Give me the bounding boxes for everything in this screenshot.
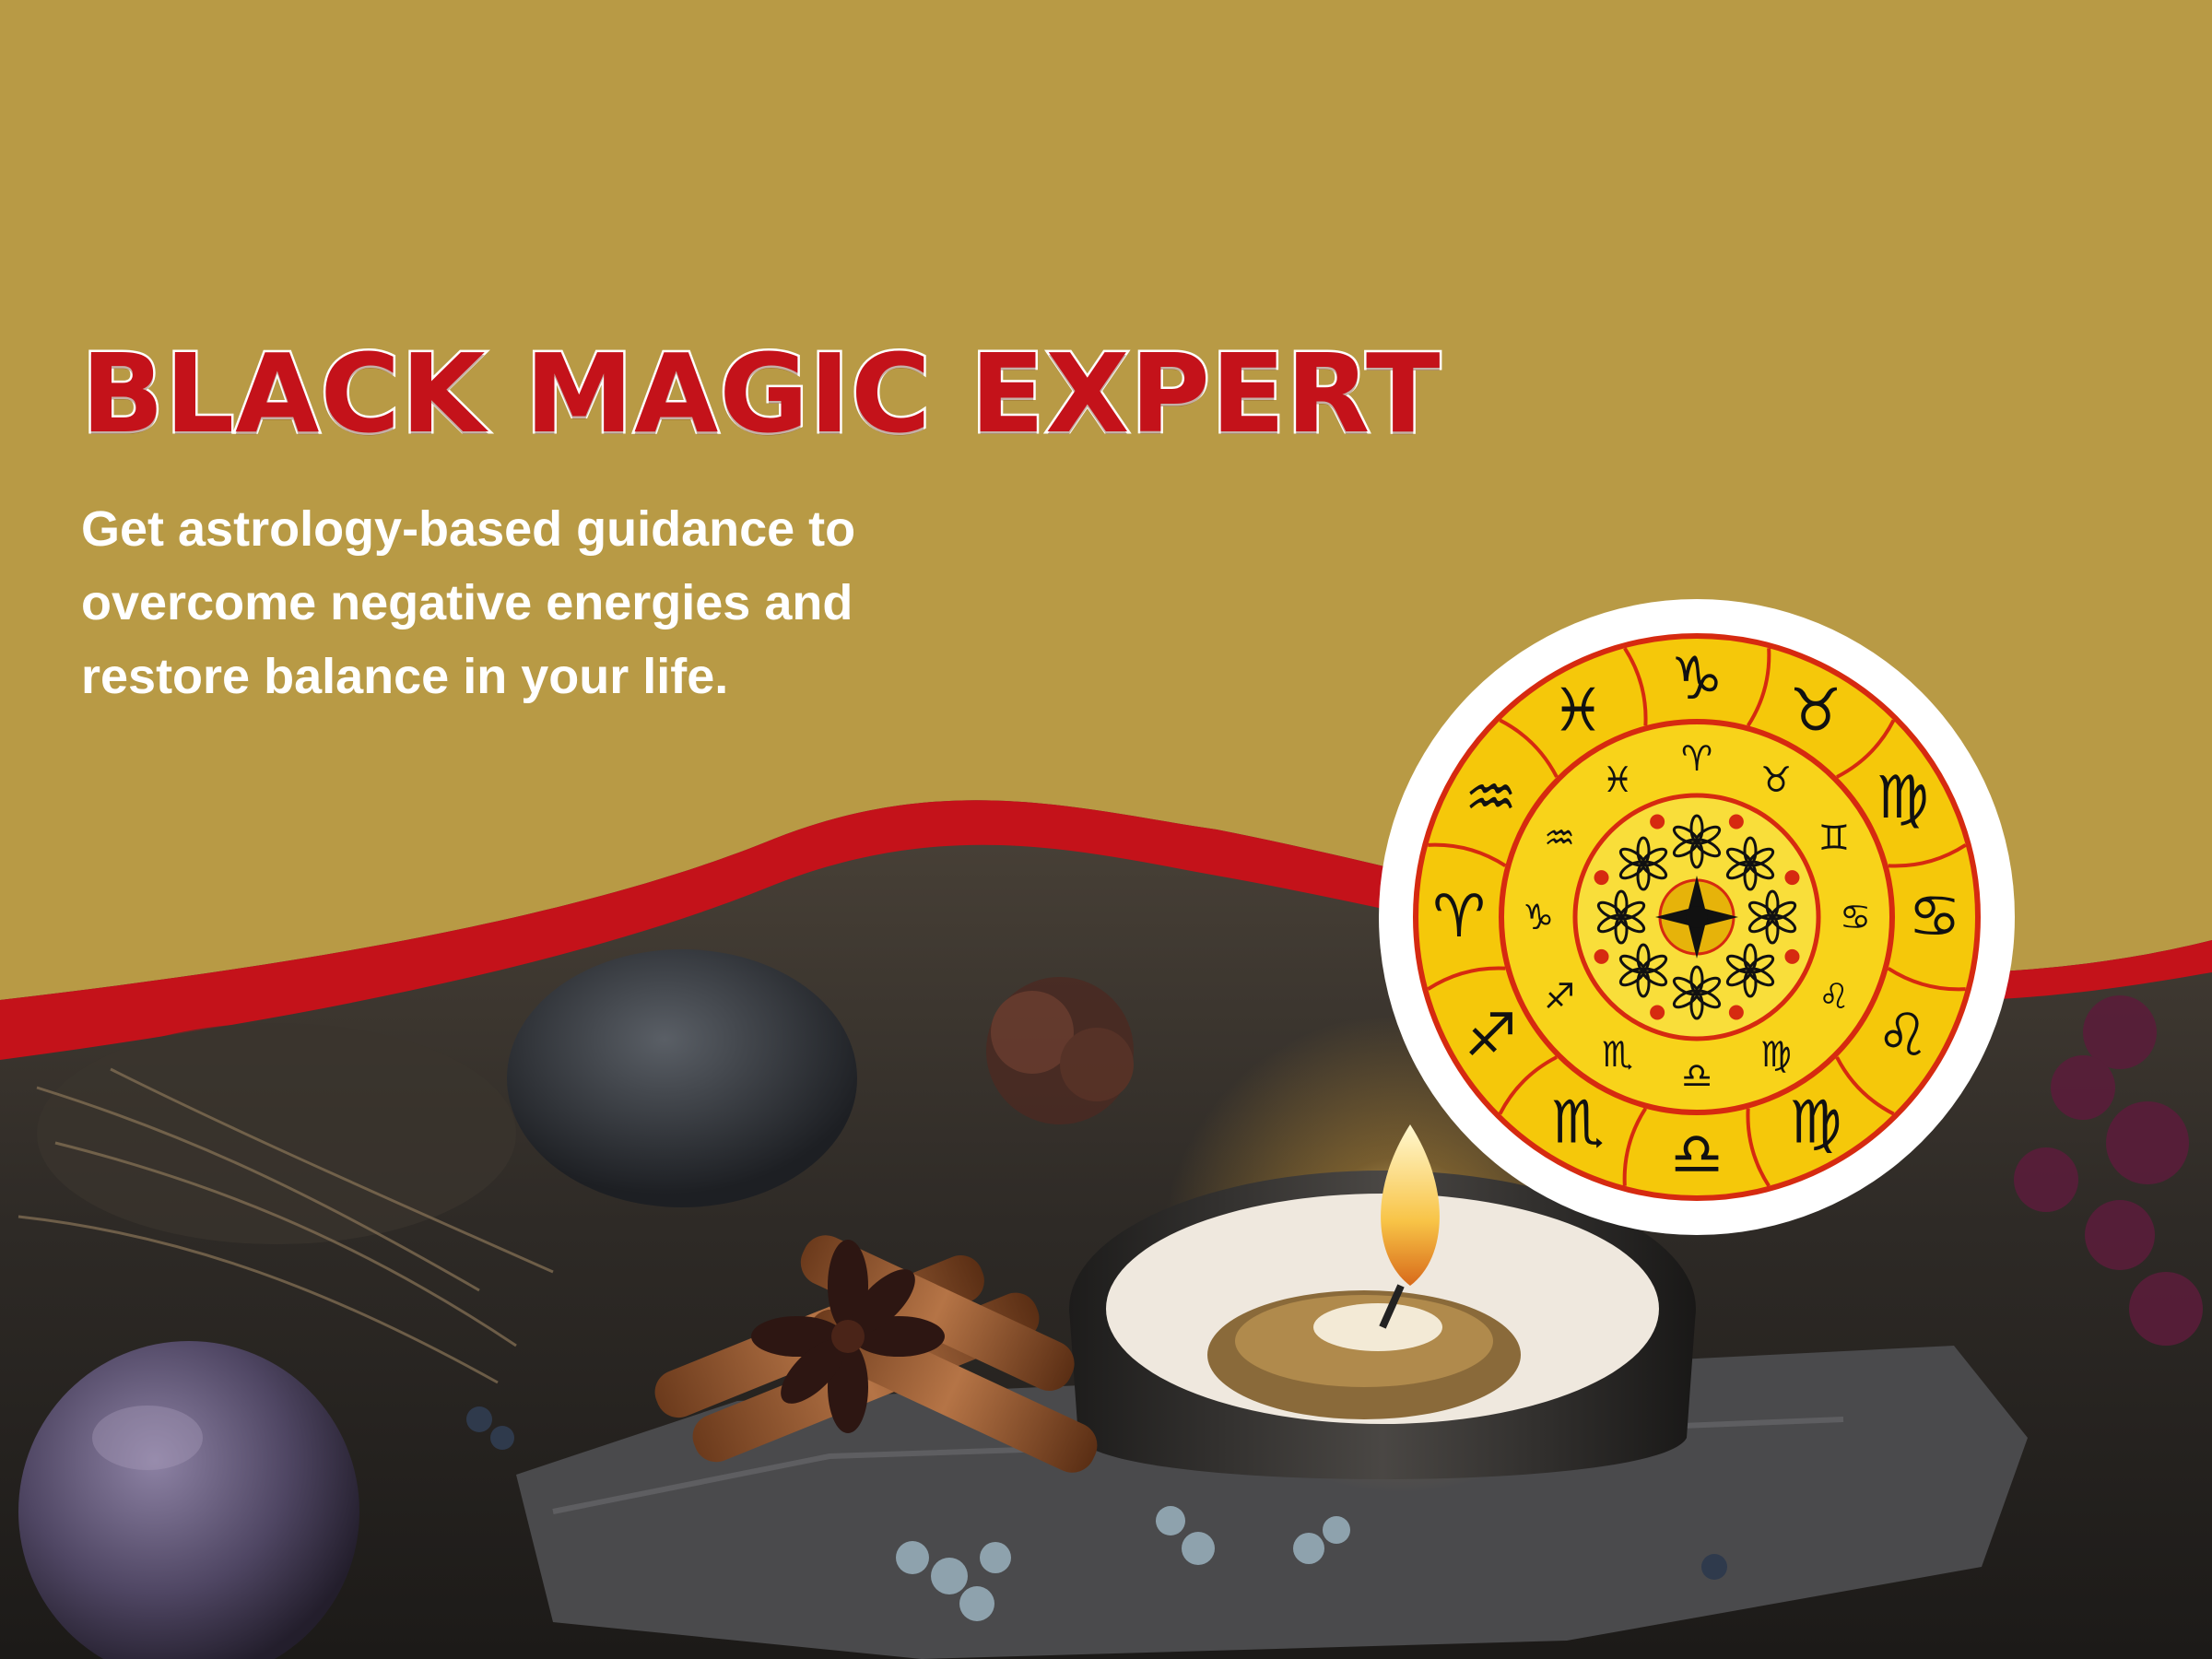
zodiac-sign-glyph: ♐	[1544, 976, 1575, 1017]
zodiac-figure-icon: ♍	[1877, 764, 1929, 832]
zodiac-figure-icon: ♉	[1789, 677, 1841, 746]
subtitle-line: restore balance in your life.	[81, 649, 729, 704]
zodiac-figure-icon: ♒	[1465, 764, 1517, 832]
zodiac-figure-icon: ♎	[1670, 1121, 1723, 1189]
zodiac-sign-glyph: ♊	[1818, 818, 1850, 858]
zodiac-sign-glyph: ♈	[1681, 738, 1712, 779]
subtitle-line: overcome negative energies and	[81, 575, 853, 630]
zodiac-figure-icon: ♐	[1465, 1002, 1517, 1070]
zodiac-wheel: ♑ ♉ ♍ ♋ ♌ ♍ ♎ ♏ ♐ ♈ ♒ ♓ ♈ ♉ ♊ ♋ ♌ ♍ ♎ ♏ ♐ ♑ ♒ ♓	[1379, 599, 2015, 1235]
zodiac-sign-glyph: ♑	[1523, 897, 1554, 937]
zodiac-sign-glyph: ♋	[1840, 897, 1871, 937]
zodiac-figure-icon: ♈	[1432, 883, 1485, 951]
zodiac-sign-glyph: ♌	[1818, 976, 1850, 1017]
zodiac-figure-icon: ♋	[1908, 883, 1960, 951]
zodiac-figure-icon: ♓	[1551, 677, 1604, 746]
banner-stage: BLACK MAGIC EXPERT Get astrology-based g…	[0, 0, 2212, 1659]
zodiac-figure-icon: ♑	[1670, 645, 1723, 713]
zodiac-sign-glyph: ♏	[1602, 1034, 1633, 1075]
zodiac-figure-icon: ♍	[1789, 1088, 1841, 1157]
page-title: BLACK MAGIC EXPERT	[78, 330, 1441, 457]
zodiac-sign-glyph: ♉	[1760, 759, 1792, 800]
zodiac-sign-glyph: ♍	[1760, 1034, 1792, 1075]
subtitle-line: Get astrology-based guidance to	[81, 501, 856, 557]
zodiac-sign-glyph: ♓	[1602, 759, 1633, 800]
banner-subtitle: Get astrology-based guidance to overcome…	[81, 492, 1003, 713]
zodiac-sign-glyph: ♒	[1544, 818, 1575, 858]
zodiac-sign-glyph: ♎	[1681, 1055, 1712, 1096]
zodiac-figure-icon: ♌	[1877, 1002, 1929, 1070]
zodiac-figure-icon: ♏	[1551, 1088, 1604, 1157]
